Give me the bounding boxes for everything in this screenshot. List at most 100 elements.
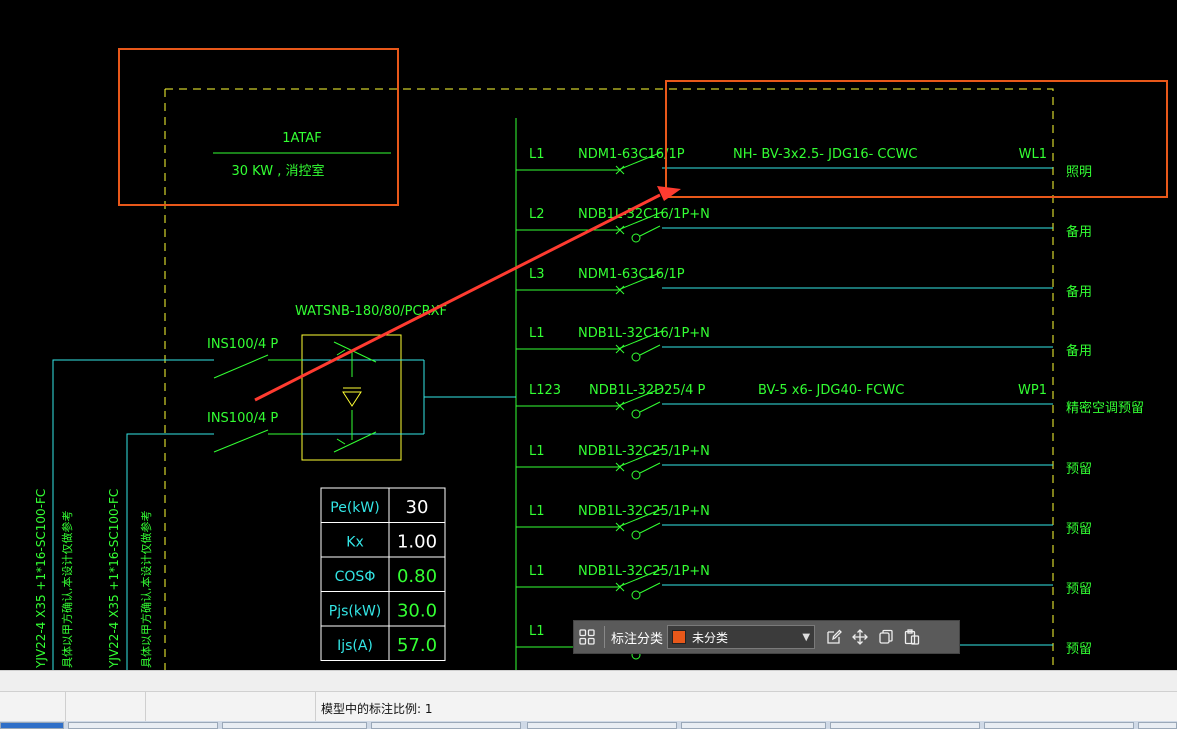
ats-internal-wiring [302, 359, 516, 435]
circuit-usage: 备用 [1066, 343, 1092, 359]
circuit-phase: L1 [529, 504, 545, 519]
panel-description: 30 KW , 消控室 [232, 163, 325, 179]
annotation-arrow [254, 193, 661, 402]
grid-icon[interactable] [574, 624, 600, 650]
circuit-id: WL1 [1019, 147, 1047, 162]
electrical-schematic: 1ATAF 30 KW , 消控室 WATSNB-180/80/PCRXF IN… [34, 48, 1168, 670]
load-parameter-table: Pe(kW) 30 Kx 1.00 COSΦ 0.80 Pjs(kW) 30.0 Ijs(A) 5… [320, 487, 446, 661]
paste-icon[interactable] [899, 624, 925, 650]
param-label: Ijs(A) [337, 638, 373, 654]
circuit-phase: L1 [529, 444, 545, 459]
taskbar-item[interactable] [527, 722, 677, 729]
incoming-note-1: 具体以甲方确认,本设计仅做参考 [60, 511, 74, 669]
circuit-breaker-model: NDB1L-32C16/1P+N [578, 207, 710, 222]
circuit-usage: 照明 [1066, 165, 1092, 180]
incoming-cable-1: YJV22-4 X35 +1*16-SC100-FC [34, 489, 48, 669]
circuit-breaker-model: NDB1L-32C25/1P+N [578, 444, 710, 459]
taskbar-item[interactable] [68, 722, 218, 729]
status-bar: 模型中的标注比例: 1 [0, 691, 1177, 722]
outgoing-circuits: L1 NDM1-63C16/1P NH- BV-3x2.5- JDG16- CCWC… [516, 147, 1144, 660]
circuit-usage: 精密空调预留 [1066, 400, 1144, 416]
annotation-arrowhead [657, 186, 681, 201]
taskbar-item[interactable] [371, 722, 521, 729]
category-color-swatch [672, 630, 687, 644]
param-value: 57.0 [397, 635, 437, 656]
start-button[interactable] [0, 722, 64, 729]
rcd-symbol [631, 233, 641, 243]
copy-icon[interactable] [873, 624, 899, 650]
circuit-usage: 预留 [1066, 582, 1092, 597]
command-line-strip[interactable] [0, 670, 1177, 692]
taskbar [0, 721, 1177, 729]
edit-icon[interactable] [821, 624, 847, 650]
category-label: 标注分类 [611, 631, 664, 647]
taskbar-item[interactable] [222, 722, 367, 729]
rcd-link [639, 522, 661, 534]
param-label: Pe(kW) [330, 500, 379, 516]
circuit-usage: 预留 [1066, 522, 1092, 537]
incoming-switch-1-label: INS100/4 P [207, 337, 278, 352]
rcd-symbol [631, 470, 641, 480]
circuit-phase: L1 [529, 564, 545, 579]
param-label: Kx [346, 535, 363, 551]
circuit-row: L1 NDB1L-32C25/1P+N 预留 [516, 504, 1092, 540]
incoming-feeders [52, 359, 214, 670]
incoming-switches [213, 354, 302, 453]
circuit-breaker-model: NDB1L-32D25/4 P [589, 383, 706, 398]
incoming-note-2: 具体以甲方确认,本设计仅做参考 [139, 511, 153, 669]
circuit-usage: 备用 [1066, 284, 1092, 300]
taskbar-item[interactable] [830, 722, 980, 729]
highlight-box-panel [118, 48, 399, 206]
param-value: 30 [406, 497, 429, 518]
circuit-row: L1 NDB1L-32C25/1P+N 预留 [516, 444, 1092, 480]
circuit-cable-spec: BV-5 x6- JDG40- FCWC [758, 383, 904, 398]
circuit-cable-spec: NH- BV-3x2.5- JDG16- CCWC [733, 147, 918, 162]
rcd-link [639, 582, 661, 594]
taskbar-item[interactable] [1138, 722, 1177, 729]
rcd-symbol [631, 352, 641, 362]
rcd-link [639, 344, 661, 356]
move-icon[interactable] [847, 624, 873, 650]
rcd-link [639, 401, 661, 413]
taskbar-item[interactable] [681, 722, 826, 729]
circuit-phase: L1 [529, 147, 545, 162]
toolbar-divider [604, 626, 605, 648]
circuit-id: WP1 [1018, 383, 1047, 398]
category-value: 未分类 [692, 630, 729, 645]
rcd-symbol [631, 590, 641, 600]
circuit-usage: 预留 [1066, 642, 1092, 657]
param-value: 30.0 [397, 601, 437, 622]
status-cell [145, 692, 316, 722]
circuit-phase: L1 [529, 624, 545, 639]
circuit-breaker-model: NDM1-63C16/1P [578, 267, 685, 282]
circuit-breaker-model: NDB1L-32C16/1P+N [578, 326, 710, 341]
param-label: Pjs(kW) [329, 604, 382, 620]
circuit-breaker-model: NDM1-63C16/1P [578, 147, 685, 162]
circuit-usage: 备用 [1066, 224, 1092, 240]
panel-name: 1ATAF [282, 131, 321, 146]
circuit-phase: L3 [529, 267, 545, 282]
rcd-symbol [631, 409, 641, 419]
circuit-breaker-model: NDB1L-32C25/1P+N [578, 564, 710, 579]
circuit-breaker-model: NDB1L-32C25/1P+N [578, 504, 710, 519]
status-cell [65, 692, 146, 722]
rcd-link [639, 225, 661, 237]
param-value: 1.00 [397, 532, 437, 553]
circuit-usage: 预留 [1066, 462, 1092, 477]
taskbar-item[interactable] [984, 722, 1134, 729]
circuit-row: L1 NDB1L-32C25/1P+N 预留 [516, 564, 1092, 600]
circuit-row: L3 NDM1-63C16/1P 备用 [516, 267, 1092, 300]
incoming-switch-2-label: INS100/4 P [207, 411, 278, 426]
rcd-link [639, 462, 661, 474]
circuit-row: L123 NDB1L-32D25/4 P BV-5 x6- JDG40- FCWC W… [516, 383, 1144, 419]
rcd-symbol [631, 530, 641, 540]
cad-drawing-canvas[interactable]: 1ATAF 30 KW , 消控室 WATSNB-180/80/PCRXF IN… [0, 0, 1177, 670]
circuit-row: L1 NDM1-63C16/1P NH- BV-3x2.5- JDG16- CCWC… [516, 147, 1092, 180]
annotation-scale-text: 模型中的标注比例: 1 [321, 702, 433, 716]
param-label: COSΦ [335, 569, 376, 585]
category-dropdown[interactable]: 未分类 ▼ [667, 625, 816, 649]
chevron-down-icon: ▼ [802, 631, 811, 643]
incoming-cable-2: YJV22-4 X35 +1*16-SC100-FC [107, 489, 121, 669]
annotation-toolbar: 标注分类 未分类 ▼ [573, 620, 960, 654]
circuit-phase: L123 [529, 383, 561, 398]
